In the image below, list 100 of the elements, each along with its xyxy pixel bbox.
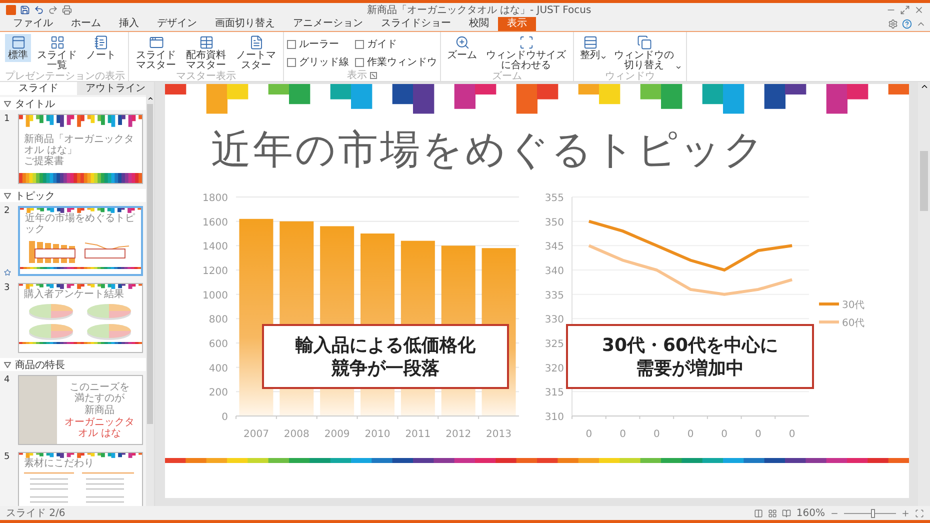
slide-thumbnail[interactable]: 新商品「オーガニックタオル はな」 ご提案書 <box>18 114 143 184</box>
ribbon-tab[interactable]: 表示 <box>498 17 536 31</box>
slide-number: 1 <box>4 114 10 124</box>
axis-label: 200 <box>208 388 228 399</box>
axis-label: 800 <box>208 314 228 326</box>
scrollbar-thumb[interactable] <box>147 104 153 424</box>
axis-label: 2010 <box>364 429 390 440</box>
ribbon-tab[interactable]: ホーム <box>62 17 110 31</box>
ribbon-button[interactable]: ズーム <box>444 34 480 62</box>
ribbon-button[interactable]: スライド一覧 <box>33 34 81 72</box>
book-icon[interactable] <box>782 508 792 518</box>
scrollbar-thumb[interactable] <box>920 151 928 211</box>
save-icon[interactable] <box>20 5 30 15</box>
window-title: 新商品「オーガニックタオル はな」- JUST Focus <box>366 4 592 17</box>
expand-triangle-icon[interactable] <box>4 100 11 106</box>
thumbnail-text: 素材にこだわり <box>23 458 95 469</box>
restore-icon[interactable] <box>900 5 910 15</box>
launcher-icon[interactable] <box>370 72 377 79</box>
callout-text: 30代・60代を中心に需要が増加中 <box>600 334 780 380</box>
axis-label: 1600 <box>202 217 228 228</box>
axis-label: 600 <box>208 339 228 350</box>
scrollbar[interactable] <box>918 82 930 506</box>
axis-label: 1400 <box>202 242 228 253</box>
axis-label: 325 <box>544 339 564 350</box>
panel-tab[interactable]: アウトライン <box>77 82 154 95</box>
zoom-icon <box>454 35 470 50</box>
axis-label: 1200 <box>202 266 228 277</box>
axis-label: 350 <box>544 217 564 228</box>
ribbon-button[interactable]: スライドマスター <box>132 34 180 72</box>
checkbox-box[interactable] <box>287 58 296 66</box>
panel-tab[interactable]: スライド <box>0 82 77 95</box>
zoom-level[interactable]: 160% <box>796 508 825 518</box>
checkbox-box[interactable] <box>355 40 364 48</box>
undo-icon[interactable] <box>34 5 44 15</box>
help-icon[interactable] <box>902 19 912 29</box>
axis-label: 310 <box>544 412 564 423</box>
slide-thumbnail[interactable]: 素材にこだわり <box>18 452 143 506</box>
ribbon-tab[interactable]: ファイル <box>4 17 62 31</box>
ribbon-tab[interactable]: 校閲 <box>460 17 498 31</box>
ribbon-button[interactable]: 標準 <box>5 34 31 62</box>
thumbnail-text: 新商品 <box>84 404 116 416</box>
checkbox-box[interactable] <box>355 58 364 66</box>
slider-thumb[interactable] <box>870 508 875 518</box>
ribbon-tab[interactable]: デザイン <box>148 17 206 31</box>
slide-number: 4 <box>4 375 10 385</box>
thumbnail-text: 近年の市場をめぐるトピック <box>24 213 136 235</box>
axis-label: 0 <box>620 429 626 440</box>
ribbon-button[interactable]: 配布資料マスター <box>182 34 230 72</box>
checkbox[interactable]: ルーラー <box>287 37 349 51</box>
ribbon-button[interactable]: ノート <box>83 34 119 62</box>
legend-label: 30代 <box>842 300 865 311</box>
fit-frame-icon <box>518 35 534 50</box>
fit-icon[interactable] <box>915 508 924 518</box>
scrollbar[interactable] <box>146 95 154 506</box>
redo-icon[interactable] <box>48 5 58 15</box>
scroll-up-icon[interactable] <box>146 95 154 102</box>
grid-icon[interactable] <box>768 508 778 518</box>
photo-placeholder <box>19 376 57 444</box>
ribbon-tab[interactable]: 挿入 <box>110 17 148 31</box>
axis-label: 2009 <box>324 429 350 440</box>
axis-label: 400 <box>208 363 228 374</box>
ribbon-tab[interactable]: アニメーション <box>284 17 372 31</box>
settings-icon[interactable] <box>888 19 898 29</box>
notes-icon <box>94 35 108 50</box>
axis-label: 320 <box>544 363 564 374</box>
axis-label: 2011 <box>405 429 431 440</box>
checkbox[interactable]: ガイド <box>355 37 437 51</box>
callout-text: 輸入品による低価格化競争が一段落 <box>294 334 476 380</box>
rows-icon <box>582 35 598 50</box>
normal-view-icon[interactable] <box>754 508 764 518</box>
close-icon[interactable] <box>914 5 924 15</box>
slide-number: 2 <box>4 206 10 216</box>
checkbox[interactable]: グリッド線 <box>287 55 349 69</box>
axis-label: 0 <box>755 429 762 440</box>
group-label: ズーム <box>492 72 522 82</box>
ribbon-button[interactable]: ノートマスター <box>232 34 280 72</box>
ribbon-button[interactable]: 整列 <box>577 34 608 62</box>
ribbon-tab[interactable]: 画面切り替え <box>206 17 284 31</box>
table-icon <box>198 35 214 50</box>
ribbon-button[interactable]: ウィンドウサイズに合わせる <box>482 34 570 72</box>
slide-thumbnail[interactable]: 近年の市場をめぐるトピック <box>18 206 143 276</box>
zoom-in-icon[interactable] <box>901 508 910 518</box>
ribbon-button[interactable]: ウィンドウの切り替え <box>610 34 683 72</box>
slide-thumbnail[interactable]: このニーズを満たすのが 新商品 オーガニックタオル はな <box>18 375 143 445</box>
checkbox[interactable]: 作業ウィンドウ <box>355 55 437 69</box>
group-label: 表示 <box>347 70 367 80</box>
slide-thumbnail[interactable]: 購入者アンケート結果 <box>18 283 143 353</box>
slide-title: 近年の市場をめぐるトピック <box>210 126 767 174</box>
axis-label: 1000 <box>202 290 228 302</box>
slide-indicator: スライド 2/6 <box>6 507 66 520</box>
expand-triangle-icon[interactable] <box>4 192 11 198</box>
expand-triangle-icon[interactable] <box>4 362 11 368</box>
axis-label: 0 <box>788 429 796 440</box>
group-label: プレゼンテーションの表示 <box>5 72 125 82</box>
checkbox-box[interactable] <box>287 40 296 48</box>
print-icon[interactable] <box>62 5 72 15</box>
ribbon-tab[interactable]: スライドショー <box>372 17 460 31</box>
scroll-up-icon[interactable] <box>920 82 928 91</box>
slide-number: 5 <box>4 452 10 462</box>
thumbnail-text: オーガニックタオル はな <box>64 416 136 438</box>
